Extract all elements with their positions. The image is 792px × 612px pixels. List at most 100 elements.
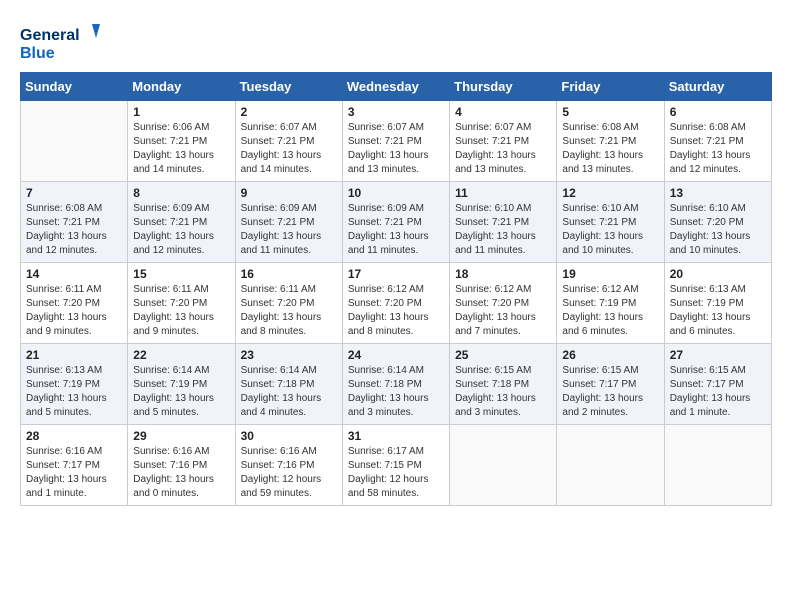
day-info: Sunrise: 6:15 AMSunset: 7:18 PMDaylight:… bbox=[455, 364, 551, 420]
day-cell: 1 Sunrise: 6:06 AMSunset: 7:21 PMDaylight… bbox=[128, 101, 235, 182]
calendar-header-row: SundayMondayTuesdayWednesdayThursdayFrid… bbox=[21, 73, 772, 101]
svg-text:General: General bbox=[20, 27, 80, 44]
day-number: 20 bbox=[670, 267, 766, 281]
day-info: Sunrise: 6:09 AMSunset: 7:21 PMDaylight:… bbox=[133, 202, 229, 258]
header-monday: Monday bbox=[128, 73, 235, 101]
day-number: 14 bbox=[26, 267, 122, 281]
day-cell: 3 Sunrise: 6:07 AMSunset: 7:21 PMDaylight… bbox=[342, 101, 449, 182]
day-number: 25 bbox=[455, 348, 551, 362]
day-cell: 21 Sunrise: 6:13 AMSunset: 7:19 PMDayligh… bbox=[21, 344, 128, 425]
day-info: Sunrise: 6:17 AMSunset: 7:15 PMDaylight:… bbox=[348, 445, 444, 501]
day-info: Sunrise: 6:14 AMSunset: 7:19 PMDaylight:… bbox=[133, 364, 229, 420]
week-row-3: 14 Sunrise: 6:11 AMSunset: 7:20 PMDayligh… bbox=[21, 263, 772, 344]
day-number: 9 bbox=[241, 186, 337, 200]
day-info: Sunrise: 6:14 AMSunset: 7:18 PMDaylight:… bbox=[241, 364, 337, 420]
day-cell bbox=[557, 425, 664, 506]
day-cell: 11 Sunrise: 6:10 AMSunset: 7:21 PMDayligh… bbox=[450, 182, 557, 263]
day-cell: 14 Sunrise: 6:11 AMSunset: 7:20 PMDayligh… bbox=[21, 263, 128, 344]
day-number: 10 bbox=[348, 186, 444, 200]
day-number: 17 bbox=[348, 267, 444, 281]
day-number: 12 bbox=[562, 186, 658, 200]
day-info: Sunrise: 6:11 AMSunset: 7:20 PMDaylight:… bbox=[241, 283, 337, 339]
day-info: Sunrise: 6:16 AMSunset: 7:16 PMDaylight:… bbox=[241, 445, 337, 501]
header-saturday: Saturday bbox=[664, 73, 771, 101]
day-number: 16 bbox=[241, 267, 337, 281]
week-row-4: 21 Sunrise: 6:13 AMSunset: 7:19 PMDayligh… bbox=[21, 344, 772, 425]
day-info: Sunrise: 6:13 AMSunset: 7:19 PMDaylight:… bbox=[26, 364, 122, 420]
day-info: Sunrise: 6:12 AMSunset: 7:20 PMDaylight:… bbox=[348, 283, 444, 339]
day-number: 31 bbox=[348, 429, 444, 443]
day-cell: 16 Sunrise: 6:11 AMSunset: 7:20 PMDayligh… bbox=[235, 263, 342, 344]
day-cell: 19 Sunrise: 6:12 AMSunset: 7:19 PMDayligh… bbox=[557, 263, 664, 344]
day-info: Sunrise: 6:08 AMSunset: 7:21 PMDaylight:… bbox=[670, 121, 766, 177]
day-number: 24 bbox=[348, 348, 444, 362]
day-info: Sunrise: 6:15 AMSunset: 7:17 PMDaylight:… bbox=[670, 364, 766, 420]
day-info: Sunrise: 6:11 AMSunset: 7:20 PMDaylight:… bbox=[26, 283, 122, 339]
day-info: Sunrise: 6:10 AMSunset: 7:21 PMDaylight:… bbox=[455, 202, 551, 258]
day-number: 26 bbox=[562, 348, 658, 362]
day-cell bbox=[450, 425, 557, 506]
day-number: 1 bbox=[133, 105, 229, 119]
day-cell: 26Sunrise: 6:15 AMSunset: 7:17 PMDayligh… bbox=[557, 344, 664, 425]
day-info: Sunrise: 6:10 AMSunset: 7:21 PMDaylight:… bbox=[562, 202, 658, 258]
day-info: Sunrise: 6:06 AMSunset: 7:21 PMDaylight:… bbox=[133, 121, 229, 177]
day-cell: 18Sunrise: 6:12 AMSunset: 7:20 PMDayligh… bbox=[450, 263, 557, 344]
day-cell: 13 Sunrise: 6:10 AMSunset: 7:20 PMDayligh… bbox=[664, 182, 771, 263]
logo: General Blue bbox=[20, 20, 100, 64]
day-cell: 24 Sunrise: 6:14 AMSunset: 7:18 PMDayligh… bbox=[342, 344, 449, 425]
header-thursday: Thursday bbox=[450, 73, 557, 101]
day-cell: 23 Sunrise: 6:14 AMSunset: 7:18 PMDayligh… bbox=[235, 344, 342, 425]
day-info: Sunrise: 6:07 AMSunset: 7:21 PMDaylight:… bbox=[241, 121, 337, 177]
day-info: Sunrise: 6:09 AMSunset: 7:21 PMDaylight:… bbox=[241, 202, 337, 258]
day-cell: 25 Sunrise: 6:15 AMSunset: 7:18 PMDayligh… bbox=[450, 344, 557, 425]
day-number: 4 bbox=[455, 105, 551, 119]
day-number: 13 bbox=[670, 186, 766, 200]
day-info: Sunrise: 6:07 AMSunset: 7:21 PMDaylight:… bbox=[348, 121, 444, 177]
day-info: Sunrise: 6:07 AMSunset: 7:21 PMDaylight:… bbox=[455, 121, 551, 177]
header-wednesday: Wednesday bbox=[342, 73, 449, 101]
day-cell: 10 Sunrise: 6:09 AMSunset: 7:21 PMDayligh… bbox=[342, 182, 449, 263]
day-number: 2 bbox=[241, 105, 337, 119]
day-number: 19 bbox=[562, 267, 658, 281]
day-cell: 7Sunrise: 6:08 AMSunset: 7:21 PMDaylight… bbox=[21, 182, 128, 263]
day-number: 29 bbox=[133, 429, 229, 443]
day-info: Sunrise: 6:08 AMSunset: 7:21 PMDaylight:… bbox=[26, 202, 122, 258]
day-info: Sunrise: 6:10 AMSunset: 7:20 PMDaylight:… bbox=[670, 202, 766, 258]
day-number: 8 bbox=[133, 186, 229, 200]
day-number: 30 bbox=[241, 429, 337, 443]
day-info: Sunrise: 6:09 AMSunset: 7:21 PMDaylight:… bbox=[348, 202, 444, 258]
day-cell: 6 Sunrise: 6:08 AMSunset: 7:21 PMDaylight… bbox=[664, 101, 771, 182]
day-info: Sunrise: 6:13 AMSunset: 7:19 PMDaylight:… bbox=[670, 283, 766, 339]
day-info: Sunrise: 6:14 AMSunset: 7:18 PMDaylight:… bbox=[348, 364, 444, 420]
svg-text:Blue: Blue bbox=[20, 45, 55, 62]
day-number: 27 bbox=[670, 348, 766, 362]
day-number: 23 bbox=[241, 348, 337, 362]
day-cell bbox=[21, 101, 128, 182]
day-cell: 8 Sunrise: 6:09 AMSunset: 7:21 PMDaylight… bbox=[128, 182, 235, 263]
day-cell: 2 Sunrise: 6:07 AMSunset: 7:21 PMDaylight… bbox=[235, 101, 342, 182]
day-number: 22 bbox=[133, 348, 229, 362]
day-cell: 29Sunrise: 6:16 AMSunset: 7:16 PMDayligh… bbox=[128, 425, 235, 506]
day-number: 5 bbox=[562, 105, 658, 119]
day-cell: 5 Sunrise: 6:08 AMSunset: 7:21 PMDaylight… bbox=[557, 101, 664, 182]
logo-svg: General Blue bbox=[20, 20, 100, 64]
day-info: Sunrise: 6:12 AMSunset: 7:19 PMDaylight:… bbox=[562, 283, 658, 339]
day-cell: 4 Sunrise: 6:07 AMSunset: 7:21 PMDaylight… bbox=[450, 101, 557, 182]
day-number: 11 bbox=[455, 186, 551, 200]
day-number: 6 bbox=[670, 105, 766, 119]
day-cell: 27 Sunrise: 6:15 AMSunset: 7:17 PMDayligh… bbox=[664, 344, 771, 425]
day-number: 28 bbox=[26, 429, 122, 443]
day-cell: 17 Sunrise: 6:12 AMSunset: 7:20 PMDayligh… bbox=[342, 263, 449, 344]
day-cell: 15 Sunrise: 6:11 AMSunset: 7:20 PMDayligh… bbox=[128, 263, 235, 344]
day-info: Sunrise: 6:11 AMSunset: 7:20 PMDaylight:… bbox=[133, 283, 229, 339]
week-row-2: 7Sunrise: 6:08 AMSunset: 7:21 PMDaylight… bbox=[21, 182, 772, 263]
calendar-table: SundayMondayTuesdayWednesdayThursdayFrid… bbox=[20, 72, 772, 506]
header-friday: Friday bbox=[557, 73, 664, 101]
day-cell: 30 Sunrise: 6:16 AMSunset: 7:16 PMDayligh… bbox=[235, 425, 342, 506]
day-info: Sunrise: 6:08 AMSunset: 7:21 PMDaylight:… bbox=[562, 121, 658, 177]
week-row-5: 28Sunrise: 6:16 AMSunset: 7:17 PMDayligh… bbox=[21, 425, 772, 506]
day-number: 18 bbox=[455, 267, 551, 281]
day-number: 15 bbox=[133, 267, 229, 281]
day-number: 3 bbox=[348, 105, 444, 119]
day-number: 21 bbox=[26, 348, 122, 362]
